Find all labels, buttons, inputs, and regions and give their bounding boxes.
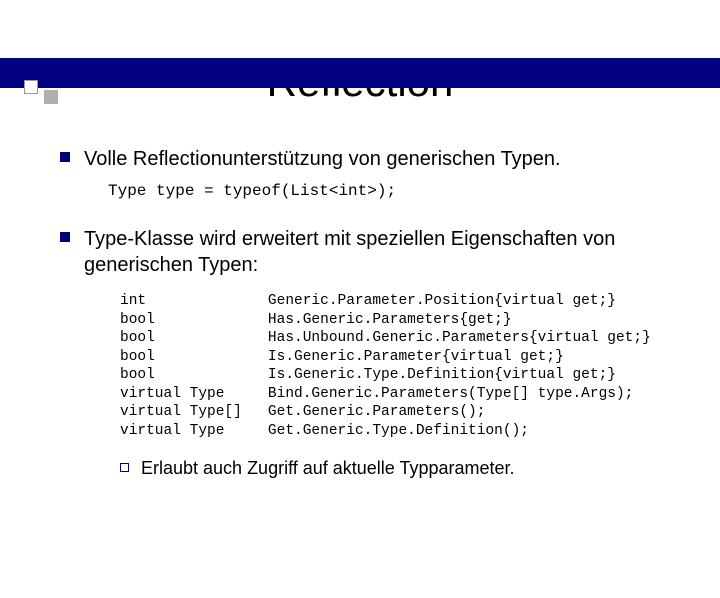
bullet-text: Volle Reflectionunterstützung von generi…	[84, 146, 561, 172]
code-block: int Generic.Parameter.Position{virtual g…	[120, 292, 670, 440]
bullet-item: Volle Reflectionunterstützung von generi…	[60, 146, 670, 172]
bullet-item: Type-Klasse wird erweitert mit spezielle…	[60, 226, 670, 278]
sub-bullet-item: Erlaubt auch Zugriff auf aktuelle Typpar…	[120, 458, 670, 479]
slide-top-bar	[0, 58, 720, 88]
bullet-text: Type-Klasse wird erweitert mit spezielle…	[84, 226, 670, 278]
code-line: Type type = typeof(List<int>);	[108, 182, 670, 200]
bullet-icon	[60, 232, 70, 242]
bullet-icon	[60, 152, 70, 162]
sub-bullet-icon	[120, 463, 129, 472]
slide-content: Volle Reflectionunterstützung von generi…	[0, 146, 720, 479]
sub-bullet-text: Erlaubt auch Zugriff auf aktuelle Typpar…	[141, 458, 515, 479]
decor-square-gray	[44, 90, 58, 104]
decor-square-white	[24, 80, 38, 94]
